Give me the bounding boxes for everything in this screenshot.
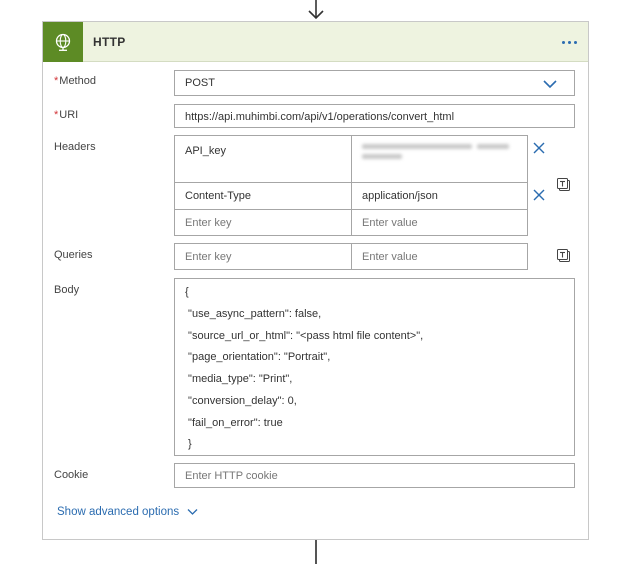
body-line: } — [185, 438, 192, 450]
query-value-input[interactable]: Enter value — [352, 244, 527, 269]
body-line: "conversion_delay": 0, — [185, 395, 297, 407]
flow-arrow-down-icon — [308, 0, 324, 20]
value-placeholder: Enter value — [362, 217, 418, 229]
header-key: API_key — [185, 145, 226, 157]
queries-label: Queries — [54, 249, 93, 261]
method-dropdown[interactable]: POST — [174, 70, 575, 96]
chevron-down-icon — [187, 509, 198, 515]
action-title: HTTP — [93, 35, 126, 49]
delete-header-button[interactable] — [530, 139, 548, 157]
header-row-key-cell[interactable]: Content-Type — [175, 183, 351, 209]
more-options-button[interactable] — [557, 34, 581, 50]
cookie-label: Cookie — [54, 469, 89, 481]
key-placeholder: Enter key — [185, 217, 232, 229]
more-ellipsis-icon-dot — [573, 40, 577, 44]
cookie-placeholder: Enter HTTP cookie — [185, 470, 278, 482]
key-placeholder: Enter key — [185, 251, 232, 263]
cookie-input[interactable]: Enter HTTP cookie — [174, 463, 575, 488]
show-advanced-options-link[interactable]: Show advanced options — [57, 506, 198, 518]
headers-label: Headers — [54, 141, 96, 153]
close-icon — [533, 189, 545, 201]
globe-icon — [55, 33, 71, 51]
header-row-key-cell[interactable]: API_key — [175, 136, 351, 182]
show-advanced-options-label: Show advanced options — [57, 506, 180, 518]
method-label: *Method — [54, 75, 96, 87]
query-key-input[interactable]: Enter key — [175, 244, 351, 269]
switch-to-text-mode-button[interactable] — [555, 176, 573, 194]
more-ellipsis-icon-dot — [567, 40, 571, 44]
action-header[interactable]: HTTP — [43, 22, 588, 62]
text-mode-icon — [557, 178, 570, 191]
switch-to-text-mode-button[interactable] — [555, 247, 573, 265]
method-value: POST — [185, 77, 215, 89]
body-line: "page_orientation": "Portrait", — [185, 351, 331, 363]
body-line: "source_url_or_html": "<pass html file c… — [185, 330, 424, 342]
body-line: { — [185, 286, 189, 298]
body-label: Body — [54, 284, 80, 296]
required-mark: * — [54, 109, 59, 121]
close-icon — [533, 142, 545, 154]
text-mode-icon — [557, 249, 570, 262]
more-ellipsis-icon — [561, 40, 565, 44]
header-value: application/json — [362, 190, 438, 202]
value-placeholder: Enter value — [362, 251, 418, 263]
new-header-key-input[interactable]: Enter key — [175, 210, 351, 235]
flow-connector-line — [315, 540, 317, 564]
header-row-value-cell[interactable]: application/json — [352, 183, 527, 209]
method-label-text: Method — [59, 75, 96, 87]
body-line: "media_type": "Print", — [185, 373, 293, 385]
body-line: "fail_on_error": true — [185, 417, 283, 429]
delete-header-button[interactable] — [530, 186, 548, 204]
chevron-down-icon — [543, 80, 557, 89]
queries-table: Enter key Enter value — [174, 243, 528, 270]
uri-value: https://api.muhimbi.com/api/v1/operation… — [185, 111, 455, 123]
action-icon-tile — [43, 22, 83, 62]
redacted-api-key — [362, 143, 512, 163]
new-header-value-input[interactable]: Enter value — [352, 210, 527, 235]
body-line: "use_async_pattern": false, — [185, 308, 322, 320]
uri-label-text: URI — [59, 109, 79, 121]
required-mark: * — [54, 75, 59, 87]
header-key: Content-Type — [185, 190, 252, 202]
uri-input[interactable]: https://api.muhimbi.com/api/v1/operation… — [174, 104, 575, 128]
uri-label: *URI — [54, 109, 78, 121]
body-textarea[interactable] — [174, 278, 575, 456]
